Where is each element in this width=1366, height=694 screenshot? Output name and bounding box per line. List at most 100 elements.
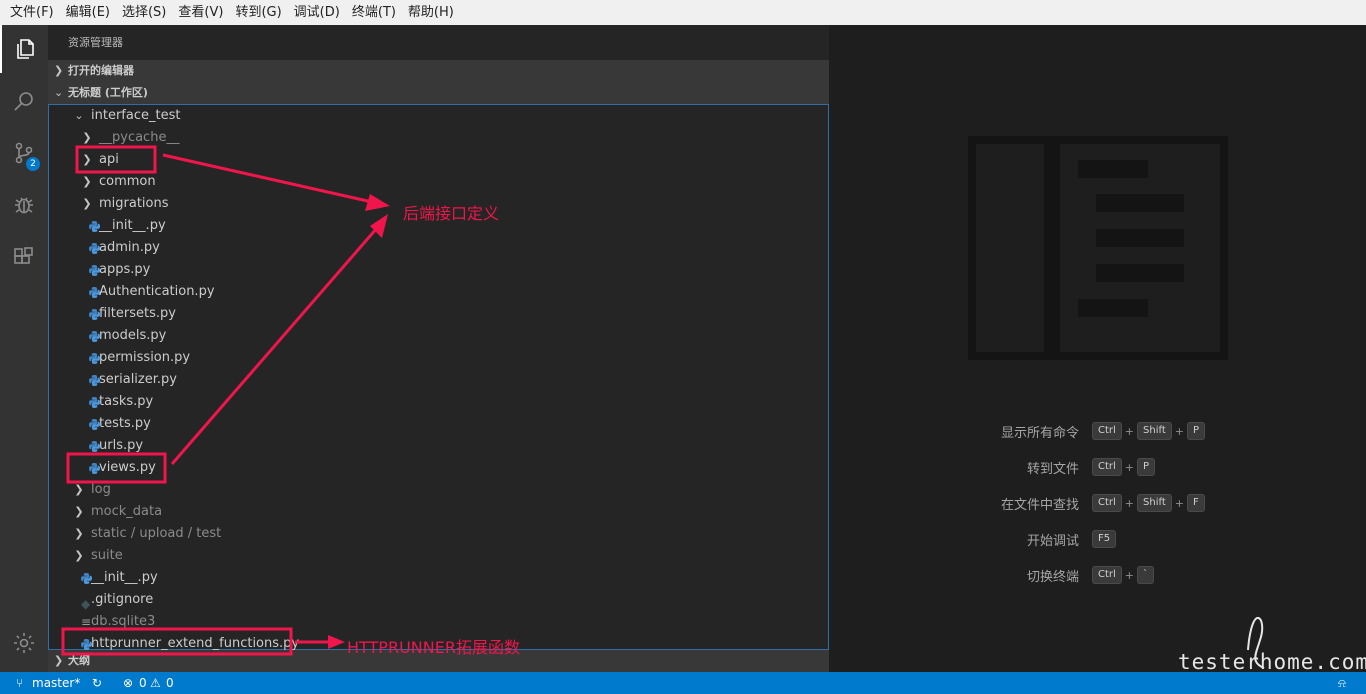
tree-item-label: urls.py: [99, 438, 144, 453]
tree-file[interactable]: permission.py: [49, 347, 828, 369]
explorer-activity-button[interactable]: [0, 25, 48, 73]
tree-item-label: suite: [91, 548, 123, 563]
tree-file[interactable]: tests.py: [49, 413, 828, 435]
key-cap: F5: [1092, 530, 1117, 548]
tree-item-label: mock_data: [91, 504, 163, 519]
menu-item[interactable]: 转到(G): [229, 0, 287, 25]
warning-count[interactable]: 0: [166, 672, 174, 694]
tree-folder[interactable]: ❯ mock_data: [49, 501, 828, 523]
chevron-right-icon: ❯: [82, 197, 92, 210]
source-control-badge: 2: [26, 157, 40, 171]
menu-item[interactable]: 帮助(H): [402, 0, 460, 25]
shortcut-label: 切换终端: [1026, 570, 1079, 585]
error-icon: ⊗: [123, 676, 134, 690]
tree-file[interactable]: serializer.py: [49, 369, 828, 391]
search-icon: [14, 92, 33, 111]
tree-file[interactable]: filtersets.py: [49, 303, 828, 325]
vscode-watermark-logo: [968, 136, 1228, 360]
tree-folder[interactable]: ❯ suite: [49, 545, 828, 567]
workspace-section[interactable]: ⌄ 无标题 (工作区): [48, 82, 829, 104]
chevron-down-icon: ⌄: [54, 86, 64, 99]
gear-icon: [14, 633, 34, 653]
explorer-sidebar: 资源管理器 ❯ 打开的编辑器 ⌄ 无标题 (工作区) ⌄ interface_te…: [48, 25, 829, 672]
branch-status[interactable]: master*: [32, 672, 80, 694]
settings-activity-button[interactable]: [0, 619, 48, 667]
tree-item-label: Authentication.py: [99, 284, 215, 299]
shortcut-row: 切换终端 Ctrl + `: [829, 564, 1366, 586]
tree-file[interactable]: Authentication.py: [49, 281, 828, 303]
key-separator: +: [1124, 424, 1135, 438]
tree-folder[interactable]: ❯ api: [49, 149, 828, 171]
tree-item-label: __pycache__: [99, 130, 180, 145]
menu-item[interactable]: 选择(S): [116, 0, 172, 25]
menu-item[interactable]: 终端(T): [346, 0, 402, 25]
tree-folder[interactable]: ❯ log: [49, 479, 828, 501]
tree-item-label: __init__.py: [99, 218, 166, 233]
extensions-activity-button[interactable]: [0, 233, 48, 281]
tree-item-label: tests.py: [99, 416, 151, 431]
tree-file[interactable]: admin.py: [49, 237, 828, 259]
menu-item[interactable]: 编辑(E): [60, 0, 116, 25]
tree-file[interactable]: models.py: [49, 325, 828, 347]
warning-icon: ⚠: [150, 676, 161, 690]
chevron-right-icon: ❯: [74, 483, 84, 496]
bug-icon: [15, 197, 33, 214]
tree-item-label: serializer.py: [99, 372, 177, 387]
key-separator: +: [1174, 424, 1184, 438]
chevron-right-icon: ❯: [82, 131, 92, 144]
bell-icon[interactable]: ⍾: [1338, 672, 1346, 694]
key-cap: Ctrl: [1092, 458, 1122, 476]
chevron-right-icon: ❯: [82, 175, 92, 188]
key-cap: P: [1137, 458, 1156, 476]
shortcut-keys: F5: [1092, 528, 1117, 550]
tree-file[interactable]: tasks.py: [49, 391, 828, 413]
open-editors-section[interactable]: ❯ 打开的编辑器: [48, 60, 829, 82]
shortcut-keys: Ctrl + Shift + P: [1092, 420, 1205, 442]
tree-item-label: models.py: [99, 328, 167, 343]
chevron-right-icon: ❯: [74, 549, 84, 562]
key-cap: `: [1137, 566, 1155, 584]
tree-item-label: filtersets.py: [99, 306, 176, 321]
key-cap: F: [1186, 494, 1205, 512]
tree-folder[interactable]: ❯ static / upload / test: [49, 523, 828, 545]
search-activity-button[interactable]: [0, 77, 48, 125]
tree-folder[interactable]: ❯ common: [49, 171, 828, 193]
shortcut-row: 转到文件 Ctrl + P: [829, 456, 1366, 478]
shortcut-row: 开始调试 F5: [829, 528, 1366, 550]
debug-activity-button[interactable]: [0, 181, 48, 229]
outline-label: 大纲: [68, 654, 90, 667]
shortcut-label: 转到文件: [1026, 462, 1079, 477]
chevron-right-icon: ❯: [74, 527, 84, 540]
tree-item-label: apps.py: [99, 262, 151, 277]
key-cap: Ctrl: [1092, 494, 1122, 512]
tree-file[interactable]: urls.py: [49, 435, 828, 457]
tree-file[interactable]: ≡ db.sqlite3: [49, 611, 828, 633]
tree-file[interactable]: apps.py: [49, 259, 828, 281]
tree-file[interactable]: ◆ .gitignore: [49, 589, 828, 611]
shortcut-label: 显示所有命令: [1000, 426, 1079, 441]
key-separator: +: [1124, 460, 1135, 474]
branch-icon: ⑂: [16, 676, 24, 690]
menu-bar: 文件(F) 编辑(E) 选择(S) 查看(V) 转到(G) 调试(D) 终端(T) 帮助(H): [0, 0, 1366, 25]
activity-bar: 2: [0, 25, 48, 672]
tree-folder[interactable]: ❯ __pycache__: [49, 127, 828, 149]
menu-item[interactable]: 调试(D): [288, 0, 346, 25]
chevron-right-icon: ❯: [54, 64, 64, 77]
shortcut-row: 显示所有命令 Ctrl + Shift + P: [829, 420, 1366, 442]
tree-folder[interactable]: ⌄ interface_test: [49, 105, 828, 127]
menu-item[interactable]: 文件(F): [4, 0, 60, 25]
shortcut-label: 开始调试: [1026, 534, 1079, 549]
source-control-activity-button[interactable]: 2: [0, 129, 48, 177]
tree-item-label: tasks.py: [99, 394, 154, 409]
key-separator: +: [1174, 496, 1184, 510]
tree-item-label: log: [91, 482, 111, 497]
tree-file[interactable]: views.py: [49, 457, 828, 479]
chevron-right-icon: ❯: [54, 654, 64, 667]
error-count[interactable]: 0: [139, 672, 147, 694]
tree-file[interactable]: __init__.py: [49, 567, 828, 589]
key-cap: Shift: [1137, 494, 1172, 512]
tree-item-label: interface_test: [91, 108, 181, 123]
menu-item[interactable]: 查看(V): [172, 0, 229, 25]
sync-icon[interactable]: ↻: [92, 672, 102, 694]
tree-item-label: views.py: [99, 460, 156, 475]
